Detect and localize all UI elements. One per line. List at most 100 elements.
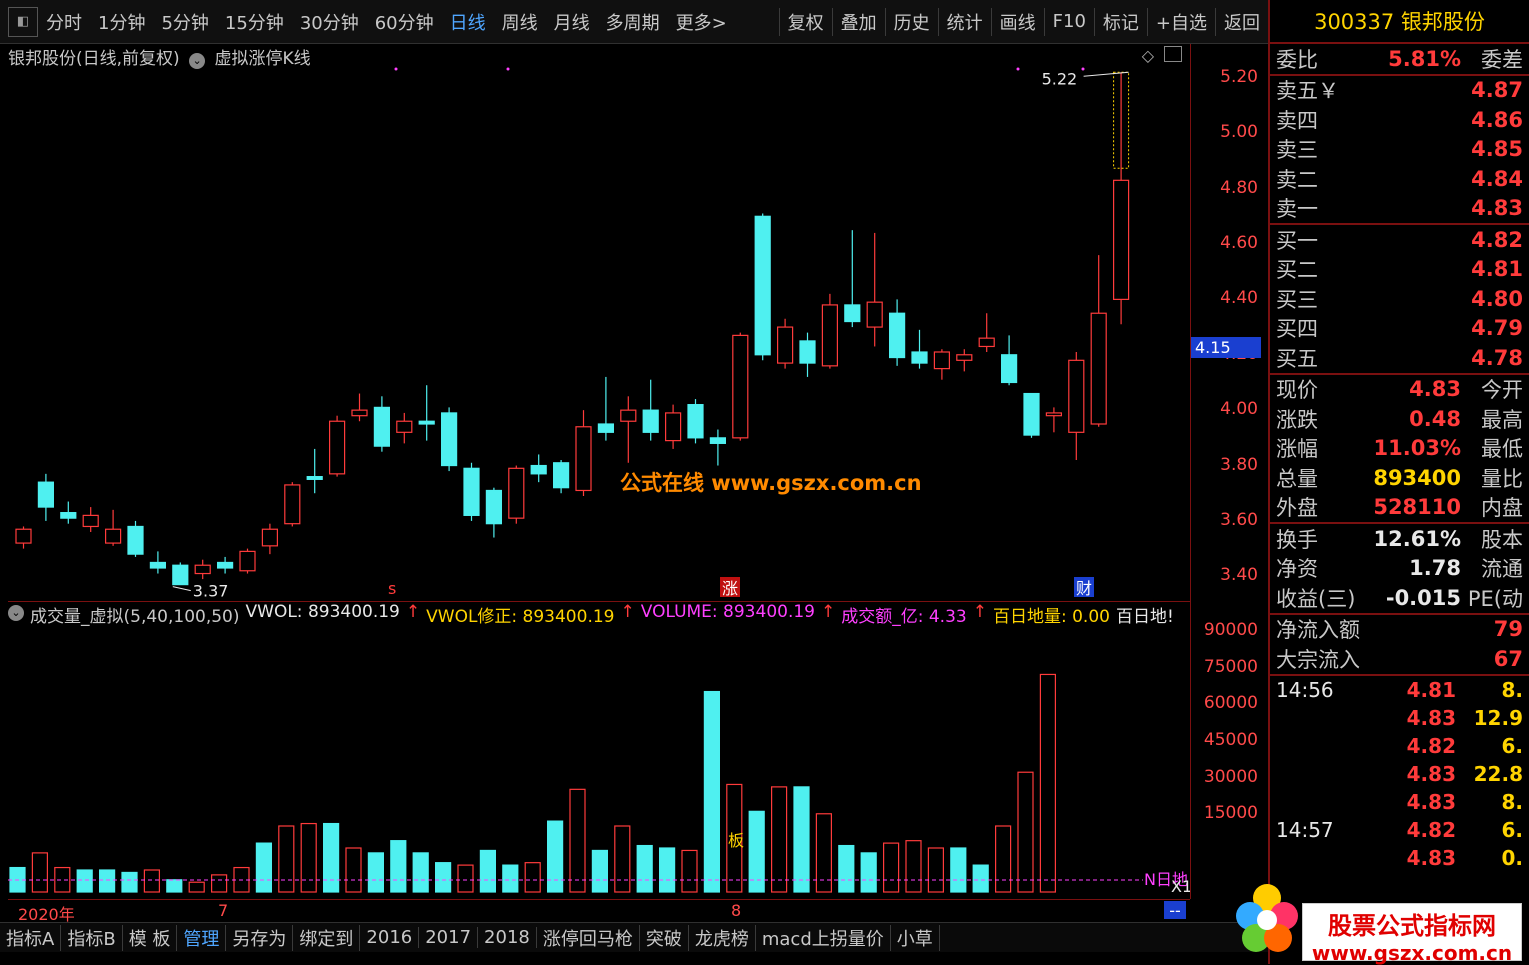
date-axis: 2020年 7 8 --: [8, 899, 1190, 924]
bottom-tab[interactable]: 管理: [177, 924, 227, 951]
quote-row: 买二 4.81: [1270, 255, 1529, 285]
toolbar-action-button[interactable]: 标记: [1095, 9, 1147, 35]
period-tab[interactable]: 60分钟: [367, 9, 442, 35]
candle: [933, 349, 951, 380]
toolbar-action-button[interactable]: F10: [1045, 11, 1094, 32]
weibi-value: 5.81%: [1388, 46, 1461, 71]
tick-time: 14:57: [1276, 817, 1334, 842]
bottom-tab[interactable]: 模 板: [123, 924, 178, 951]
toolbar-action-button[interactable]: +自选: [1148, 9, 1215, 35]
bottom-tab[interactable]: 另存为: [226, 924, 294, 951]
toolbar-action-button[interactable]: 统计: [939, 9, 991, 35]
candle-body: [888, 312, 906, 359]
fund-flow: 净流入额 79 大宗流入 67: [1270, 615, 1529, 674]
volume-bar: [994, 825, 1012, 893]
quote-label: 买三: [1276, 287, 1318, 312]
tick-volume: 6.: [1501, 733, 1523, 758]
bottom-tab[interactable]: 绑定到: [293, 924, 361, 951]
quote-label: 净资: [1276, 557, 1318, 582]
period-tab[interactable]: 多周期: [598, 9, 668, 35]
tick-row[interactable]: 4.83 12.9: [1270, 704, 1529, 732]
period-tab[interactable]: 日线: [442, 9, 494, 35]
quote-value: 4.78: [1471, 345, 1523, 370]
period-tab[interactable]: 周线: [494, 9, 546, 35]
volume-bar: [143, 869, 160, 893]
toolbar-action-button[interactable]: 叠加: [833, 9, 885, 35]
candle: [485, 487, 502, 538]
toolbar-action-button[interactable]: 返回: [1216, 9, 1268, 35]
price-tick-label: 5.20: [1220, 66, 1258, 87]
volume-bar: [927, 847, 945, 893]
candle: [844, 230, 861, 328]
candle: [60, 501, 77, 524]
tick-row[interactable]: 4.83 22.8: [1270, 760, 1529, 788]
candle-body: [329, 420, 346, 475]
quote-label: 换手: [1276, 527, 1318, 552]
candle-body: [911, 351, 928, 364]
volume-bar: [390, 840, 407, 893]
candle: [664, 404, 682, 449]
price-tick-label: 3.40: [1220, 565, 1258, 586]
quote-value: 528110: [1373, 495, 1461, 520]
tick-price: 4.82: [1406, 733, 1456, 758]
toolbar-action-button[interactable]: 复权: [780, 9, 832, 35]
tick-list[interactable]: 14:56 4.81 8. 4.83 12.9 4.82 6. 4.83 22.8 4.83 8. 1…: [1270, 676, 1529, 872]
bottom-tab[interactable]: 涨停回马枪: [537, 924, 640, 951]
quote-row: 换手 12.61% 股本: [1270, 524, 1529, 554]
tick-row[interactable]: 14:56 4.81 8.: [1270, 676, 1529, 704]
candle: [866, 232, 883, 347]
quote-value: 1.78: [1409, 556, 1461, 581]
volume-bar: [793, 786, 810, 893]
bottom-tab[interactable]: 2018: [478, 927, 537, 948]
volume-plot: N日地板X1: [8, 673, 1190, 896]
buy-orders: 买一 4.82 买二 4.81 买三 4.80 买四 4.79 买五 4.78: [1270, 225, 1529, 373]
stock-title[interactable]: 300337 银邦股份: [1270, 0, 1529, 44]
period-tab[interactable]: 15分钟: [217, 9, 292, 35]
toolbar-action-button[interactable]: 画线: [992, 9, 1044, 35]
toolbar-right-actions: 复权 叠加 历史 统计 画线 F10 标记 +自选 返回: [778, 7, 1268, 36]
period-tab[interactable]: 1分钟: [90, 9, 153, 35]
bottom-tab[interactable]: macd上拐量价: [756, 924, 891, 951]
tick-volume: 12.9: [1473, 705, 1523, 730]
period-tab[interactable]: 月线: [546, 9, 598, 35]
quote-label: 买四: [1276, 317, 1318, 342]
period-tab[interactable]: 分时: [38, 9, 90, 35]
period-tab[interactable]: 更多>: [668, 9, 735, 35]
toolbar-action-button[interactable]: 历史: [886, 9, 938, 35]
period-tab[interactable]: 30分钟: [292, 9, 367, 35]
date-scroll-handle[interactable]: --: [1164, 901, 1186, 920]
bottom-tab[interactable]: 2016: [360, 927, 420, 948]
bottom-tab[interactable]: 2017: [419, 927, 479, 948]
window-toggle-icon[interactable]: ◧: [8, 6, 38, 37]
bottom-tab[interactable]: 龙虎榜: [689, 924, 756, 951]
marker-s: s: [388, 579, 396, 598]
period-tab[interactable]: 5分钟: [153, 9, 216, 35]
candle-body: [1000, 354, 1018, 384]
tick-volume: 22.8: [1473, 761, 1523, 786]
tick-row[interactable]: 4.83 0.: [1270, 844, 1529, 872]
x1-label: X1: [1171, 877, 1190, 896]
kline-chart[interactable]: 银邦股份(日线,前复权) ⌄ 虚拟涨停K线 ◇ 5.22 3.37 s 涨财: [8, 44, 1190, 599]
tick-row[interactable]: 4.82 6.: [1270, 732, 1529, 760]
candle: [597, 376, 615, 441]
candle: [15, 526, 32, 549]
bottom-tab[interactable]: 指标B: [61, 924, 123, 951]
quote-row: 买一 4.82: [1270, 225, 1529, 255]
quote-row: 净流入额 79: [1270, 615, 1529, 645]
quote-value: 4.79: [1471, 316, 1523, 341]
bottom-tab[interactable]: 指标A: [0, 924, 62, 951]
candle: [373, 396, 390, 452]
period-toolbar: ◧ 分时 1分钟 5分钟 15分钟 30分钟 60分钟 日线 周线 月线 多周期 更多> 复权 叠加历…: [0, 0, 1268, 44]
quote-label: 现价: [1276, 378, 1318, 403]
bottom-tab[interactable]: 突破: [640, 924, 689, 951]
quote-value: 4.85: [1471, 137, 1523, 162]
price-stats: 现价 4.83 今开 涨跌 0.48 最高 涨幅 11.03% 最低 总量 893400 量比 外盘 52…: [1270, 375, 1529, 523]
quote-tail-label: 最高: [1481, 407, 1523, 432]
tick-row[interactable]: 14:57 4.82 6.: [1270, 816, 1529, 844]
tick-row[interactable]: 4.83 8.: [1270, 788, 1529, 816]
volume-panel[interactable]: ⌄ 成交量_虚拟(5,40,100,50) VWOL: 893400.19 ↑ V…: [8, 601, 1190, 899]
date-label-jul: 7: [218, 901, 229, 920]
volume-bar: [1017, 771, 1034, 893]
bottom-tab[interactable]: 小草: [891, 924, 940, 951]
candle: [396, 412, 413, 444]
